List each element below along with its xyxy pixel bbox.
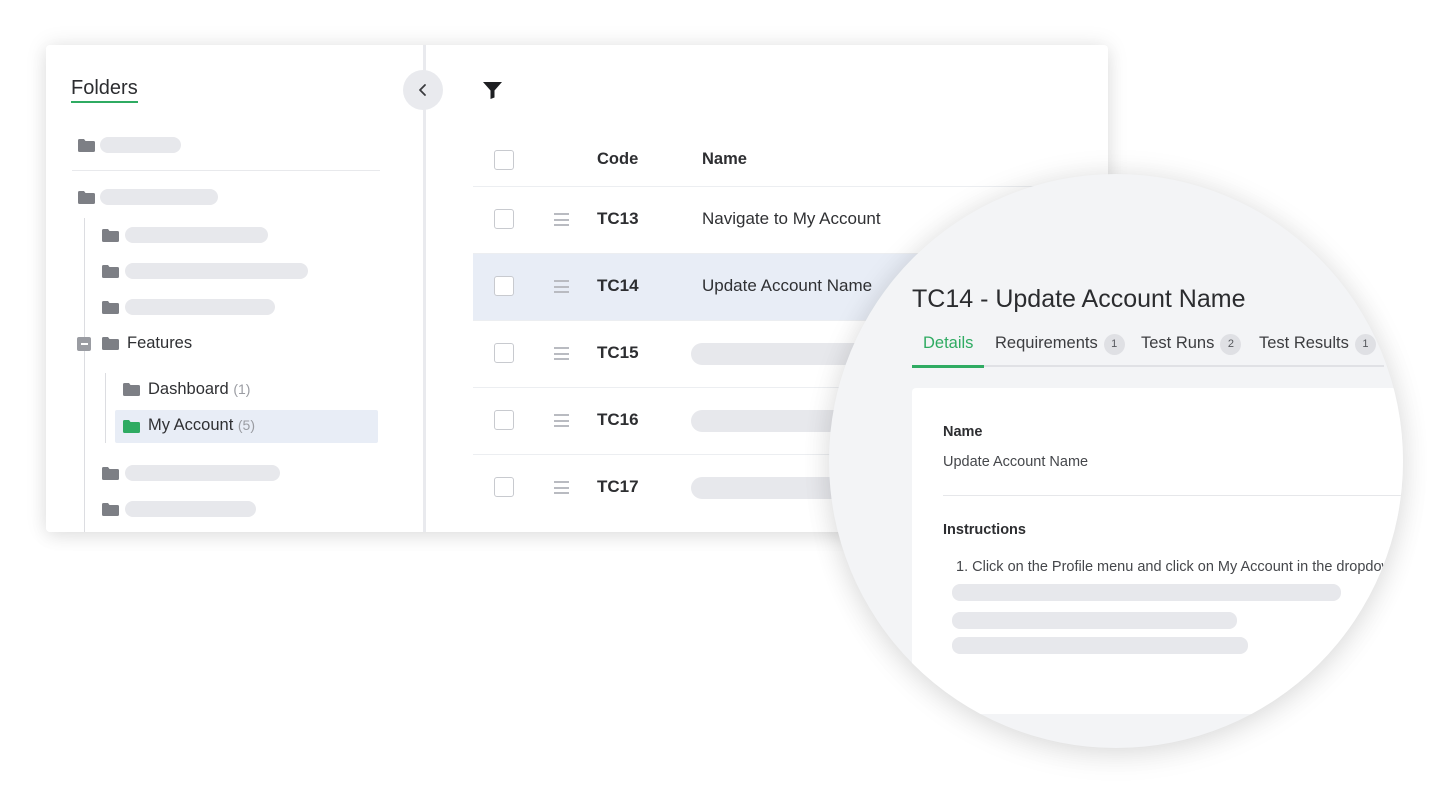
details-panel (912, 388, 1403, 714)
folders-sidebar: Folders Features Dashboard (1) My Accoun… (46, 45, 423, 532)
folder-icon (78, 191, 95, 204)
skeleton-folder-name (125, 263, 308, 279)
skeleton-instruction-line (952, 612, 1237, 629)
detail-title: TC14 - Update Account Name (912, 285, 1246, 313)
row-code: TC15 (597, 343, 639, 362)
skeleton-folder-name (100, 137, 181, 153)
name-field-label: Name (943, 424, 983, 440)
tab-count-badge: 1 (1354, 334, 1376, 355)
folders-title: Folders (71, 77, 138, 103)
folder-icon (123, 383, 140, 396)
skeleton-folder-name (125, 227, 268, 243)
folder-icon (102, 229, 119, 242)
drag-handle-icon[interactable] (554, 213, 569, 226)
tab-label: Requirements (995, 334, 1098, 352)
instructions-label: Instructions (943, 522, 1026, 538)
collapse-sidebar-button[interactable] (403, 70, 443, 110)
skeleton-folder-name (125, 465, 280, 481)
row-code: TC17 (597, 477, 639, 496)
folder-label: Dashboard (148, 380, 229, 398)
name-field-value: Update Account Name (943, 454, 1089, 470)
tab-details[interactable]: Details (923, 334, 973, 353)
tree-line (105, 373, 106, 443)
folder-label: My Account (148, 416, 234, 434)
row-code: TC14 (597, 276, 639, 295)
tab-count-badge: 1 (1103, 334, 1125, 355)
folder-count: (5) (237, 417, 256, 433)
instruction-step-1: 1. Click on the Profile menu and click o… (956, 559, 1393, 575)
skeleton-folder-name (125, 299, 275, 315)
select-all-checkbox[interactable] (494, 150, 514, 170)
drag-handle-icon[interactable] (554, 414, 569, 427)
tab-test-runs[interactable]: Test Runs 2 (1141, 334, 1242, 355)
column-header-name[interactable]: Name (702, 150, 747, 169)
divider (72, 170, 380, 171)
drag-handle-icon[interactable] (554, 481, 569, 494)
row-code: TC16 (597, 410, 639, 429)
tab-label: Test Results (1259, 334, 1349, 352)
tab-test-results[interactable]: Test Results 1 (1259, 334, 1376, 355)
skeleton-instruction-line (952, 584, 1341, 601)
folder-icon (102, 337, 119, 350)
folder-dashboard[interactable]: Dashboard (1) (148, 380, 250, 399)
row-code: TC13 (597, 209, 639, 228)
skeleton-folder-name (100, 189, 218, 205)
chevron-left-icon (419, 84, 426, 96)
row-checkbox[interactable] (494, 209, 514, 229)
collapse-toggle-icon[interactable] (77, 337, 91, 351)
drag-handle-icon[interactable] (554, 280, 569, 293)
tab-count-badge: 2 (1220, 334, 1242, 355)
skeleton-folder-name (125, 501, 256, 517)
folder-icon (102, 503, 119, 516)
tab-label: Test Runs (1141, 334, 1215, 352)
row-checkbox[interactable] (494, 477, 514, 497)
row-checkbox[interactable] (494, 276, 514, 296)
folder-my-account[interactable]: My Account (5) (148, 416, 255, 435)
folder-count: (1) (233, 381, 251, 397)
row-checkbox[interactable] (494, 343, 514, 363)
filter-icon[interactable] (483, 82, 502, 99)
row-checkbox[interactable] (494, 410, 514, 430)
skeleton-instruction-line (952, 637, 1248, 654)
tab-requirements[interactable]: Requirements 1 (995, 334, 1125, 355)
column-header-code[interactable]: Code (597, 150, 638, 169)
folder-icon (78, 139, 95, 152)
tab-label: Details (923, 334, 974, 352)
folder-icon (102, 301, 119, 314)
drag-handle-icon[interactable] (554, 347, 569, 360)
folder-icon (123, 420, 140, 433)
folder-icon (102, 467, 119, 480)
tree-line (84, 218, 85, 532)
active-tab-indicator (912, 365, 984, 368)
folder-features[interactable]: Features (127, 334, 192, 353)
folder-icon (102, 265, 119, 278)
detail-magnifier: TC14 - Update Account Name Details Requi… (829, 174, 1403, 748)
divider (943, 495, 1403, 496)
